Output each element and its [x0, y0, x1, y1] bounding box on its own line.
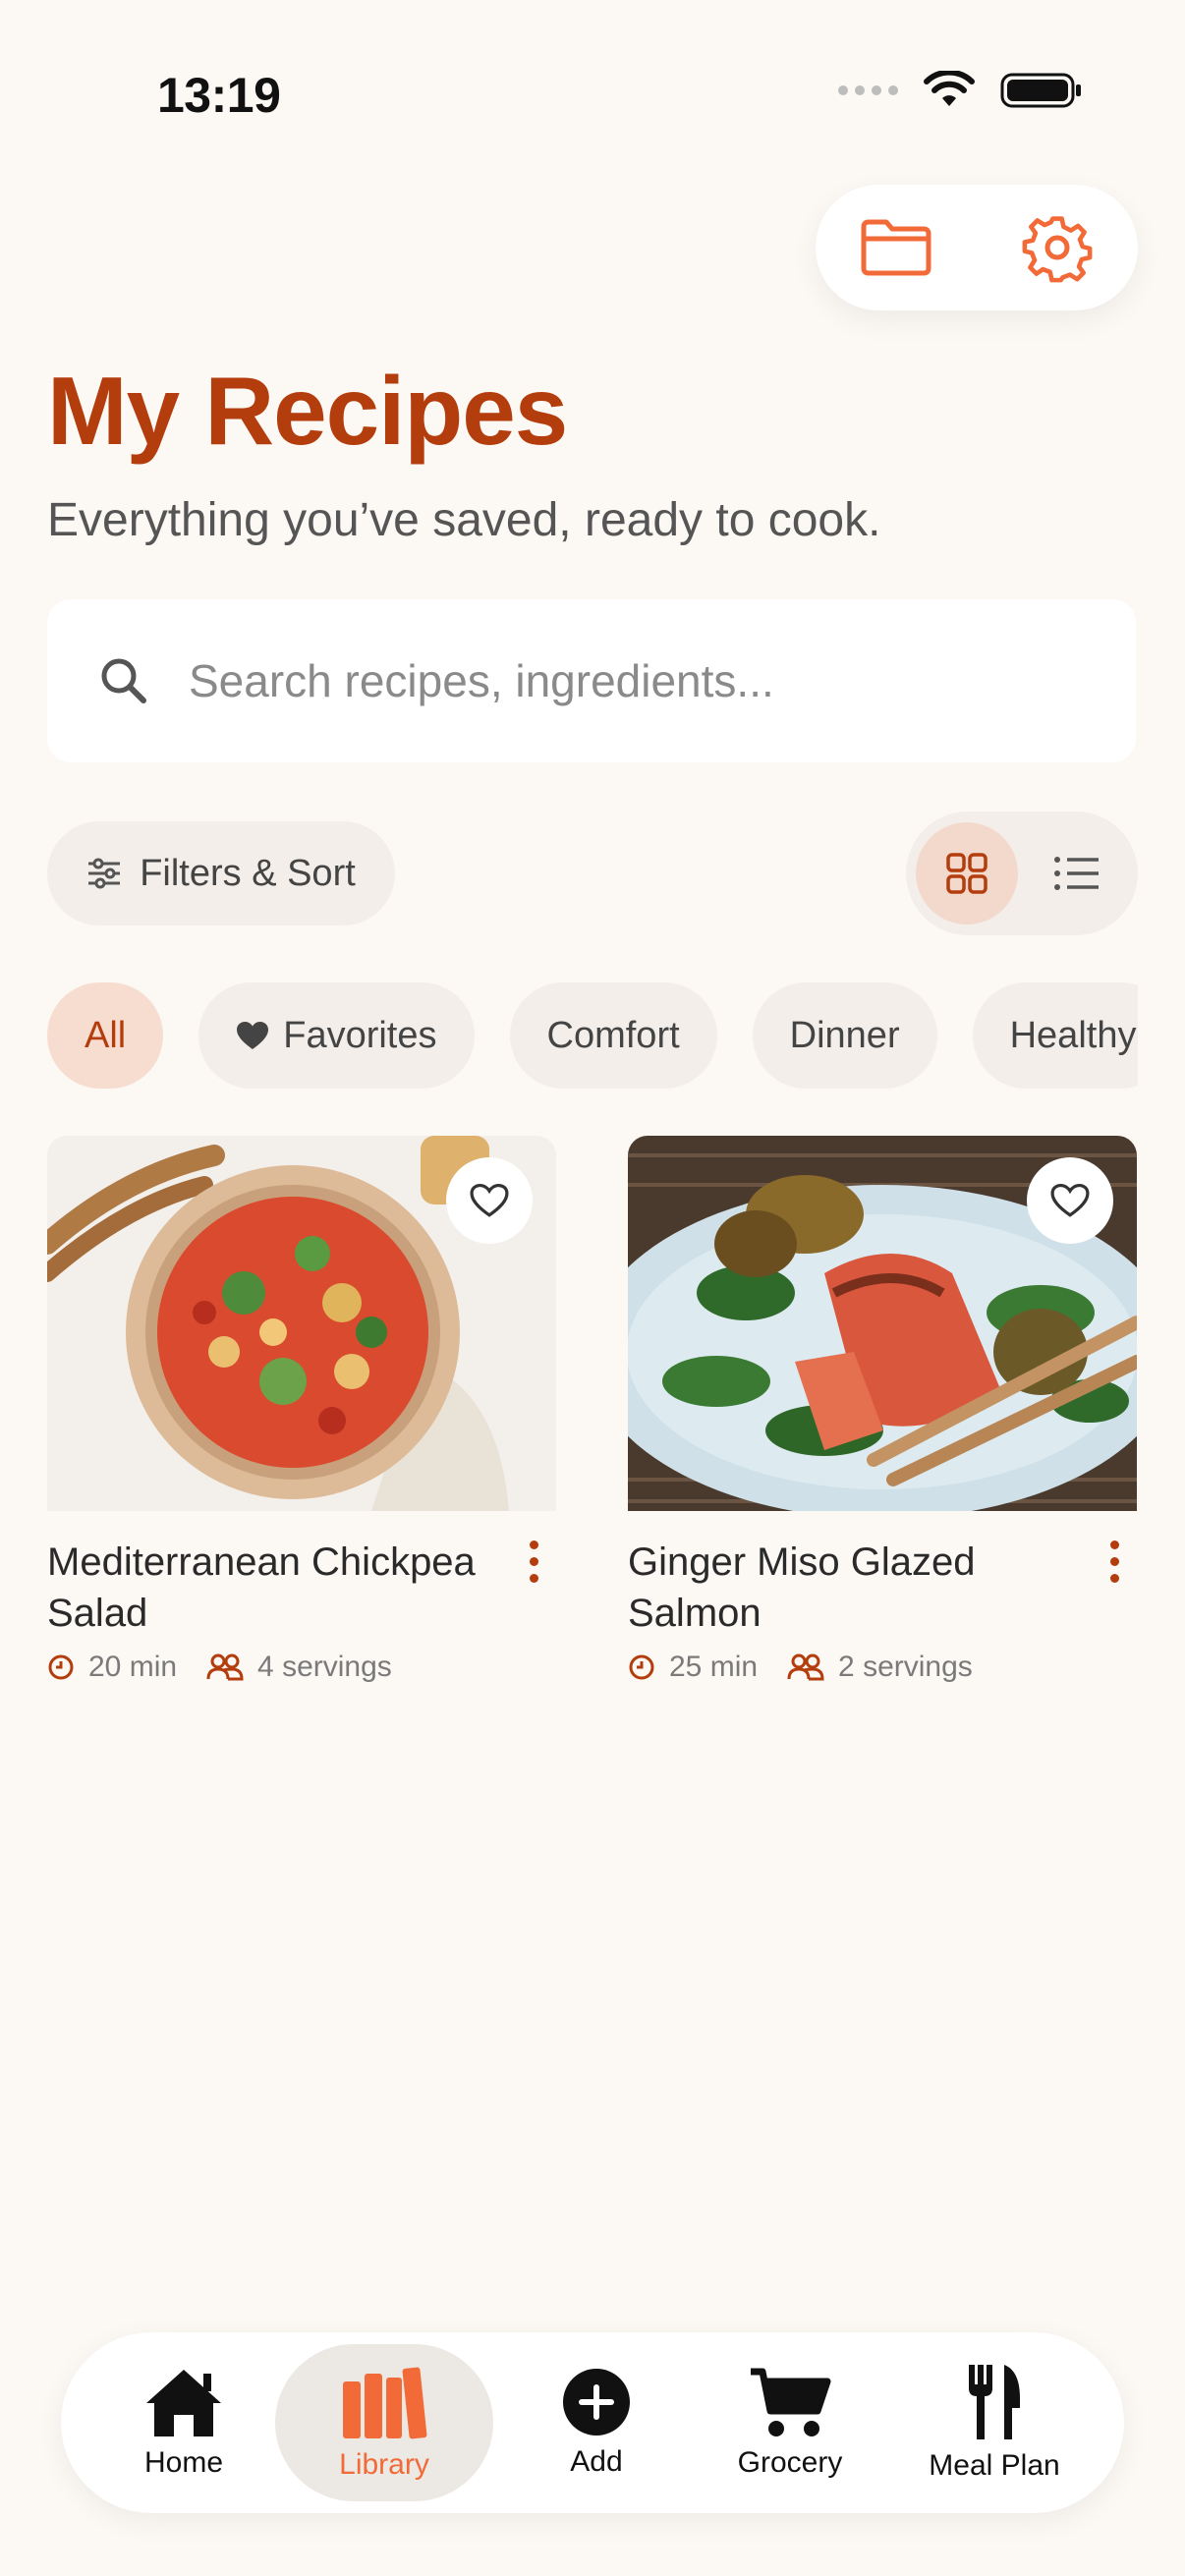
search-bar[interactable]	[47, 599, 1136, 762]
recipe-card[interactable]: Ginger Miso Glazed Salmon 25 min 2 servi…	[628, 1136, 1137, 1684]
chip-dinner[interactable]: Dinner	[752, 982, 937, 1089]
clock-icon	[48, 1654, 74, 1680]
chip-label: Healthy	[1009, 1014, 1137, 1056]
filters-sort-label: Filters & Sort	[140, 852, 356, 894]
recipe-card[interactable]: Mediterranean Chickpea Salad 20 min 4 se…	[47, 1136, 556, 1684]
recipe-more-button[interactable]	[514, 1527, 553, 1596]
home-icon	[146, 2370, 221, 2436]
recipe-servings: 2 servings	[838, 1651, 973, 1683]
chip-healthy[interactable]: Healthy	[972, 982, 1138, 1089]
recipe-meta: 25 min 2 servings	[628, 1651, 1137, 1684]
favorite-button[interactable]	[1027, 1157, 1113, 1244]
recipe-meta: 20 min 4 servings	[47, 1651, 556, 1684]
page-title: My Recipes	[47, 357, 568, 465]
tab-bar: Home Library Add Grocery Meal Plan	[61, 2332, 1124, 2513]
sliders-icon	[88, 858, 121, 889]
tab-library[interactable]: Library	[320, 2332, 448, 2513]
wifi-icon	[924, 71, 975, 106]
grid-icon	[946, 853, 988, 894]
tab-meal-plan[interactable]: Meal Plan	[918, 2332, 1071, 2513]
chip-label: Comfort	[546, 1014, 680, 1056]
tab-home[interactable]: Home	[122, 2332, 246, 2513]
favorite-button[interactable]	[446, 1157, 533, 1244]
search-input[interactable]	[187, 653, 1075, 708]
heart-outline-icon	[1050, 1183, 1090, 1217]
page-subtitle: Everything you’ve saved, ready to cook.	[47, 494, 881, 546]
add-icon	[563, 2369, 630, 2436]
heart-outline-icon	[470, 1183, 509, 1217]
tab-label: Home	[143, 2446, 224, 2479]
tab-label: Meal Plan	[929, 2449, 1060, 2482]
status-time: 13:19	[157, 68, 281, 123]
battery-icon	[1000, 73, 1081, 108]
utensils-icon	[969, 2365, 1020, 2439]
folder-icon	[861, 219, 931, 276]
chip-label: Dinner	[789, 1014, 900, 1056]
recipe-photo	[47, 1136, 556, 1511]
library-icon	[343, 2367, 427, 2439]
recipe-time: 20 min	[88, 1651, 178, 1683]
servings-icon	[787, 1653, 824, 1681]
folder-button[interactable]	[852, 203, 940, 292]
clock-icon	[629, 1654, 654, 1680]
servings-icon	[206, 1653, 244, 1681]
chip-label: Favorites	[283, 1014, 437, 1056]
tab-label: Library	[339, 2448, 429, 2481]
view-toggle	[906, 812, 1138, 935]
status-icons	[838, 71, 1083, 110]
settings-button[interactable]	[1013, 203, 1101, 292]
chip-label: All	[85, 1014, 127, 1056]
recipe-servings: 4 servings	[257, 1651, 392, 1683]
tab-label: Add	[570, 2445, 623, 2478]
cellular-signal-icon	[838, 85, 898, 95]
grid-view-button[interactable]	[916, 822, 1018, 924]
chip-all[interactable]: All	[47, 982, 164, 1089]
recipe-title: Ginger Miso Glazed Salmon	[628, 1540, 976, 1635]
search-icon	[101, 658, 146, 703]
heart-icon	[237, 1022, 269, 1049]
recipe-photo	[628, 1136, 1137, 1511]
cart-icon	[751, 2368, 831, 2436]
chip-comfort[interactable]: Comfort	[509, 982, 717, 1089]
filters-sort-button[interactable]: Filters & Sort	[47, 821, 395, 925]
list-view-button[interactable]	[1026, 822, 1128, 924]
chip-favorites[interactable]: Favorites	[198, 982, 475, 1089]
list-icon	[1054, 857, 1099, 890]
tab-grocery[interactable]: Grocery	[721, 2332, 859, 2513]
category-chips: All Favorites Comfort Dinner Healthy	[47, 982, 1138, 1089]
gear-icon	[1022, 216, 1093, 283]
recipe-title: Mediterranean Chickpea Salad	[47, 1540, 476, 1635]
tab-label: Grocery	[737, 2446, 843, 2479]
recipe-time: 25 min	[669, 1651, 759, 1683]
header-actions	[816, 185, 1138, 310]
recipe-more-button[interactable]	[1095, 1527, 1134, 1596]
tab-add[interactable]: Add	[542, 2332, 650, 2513]
